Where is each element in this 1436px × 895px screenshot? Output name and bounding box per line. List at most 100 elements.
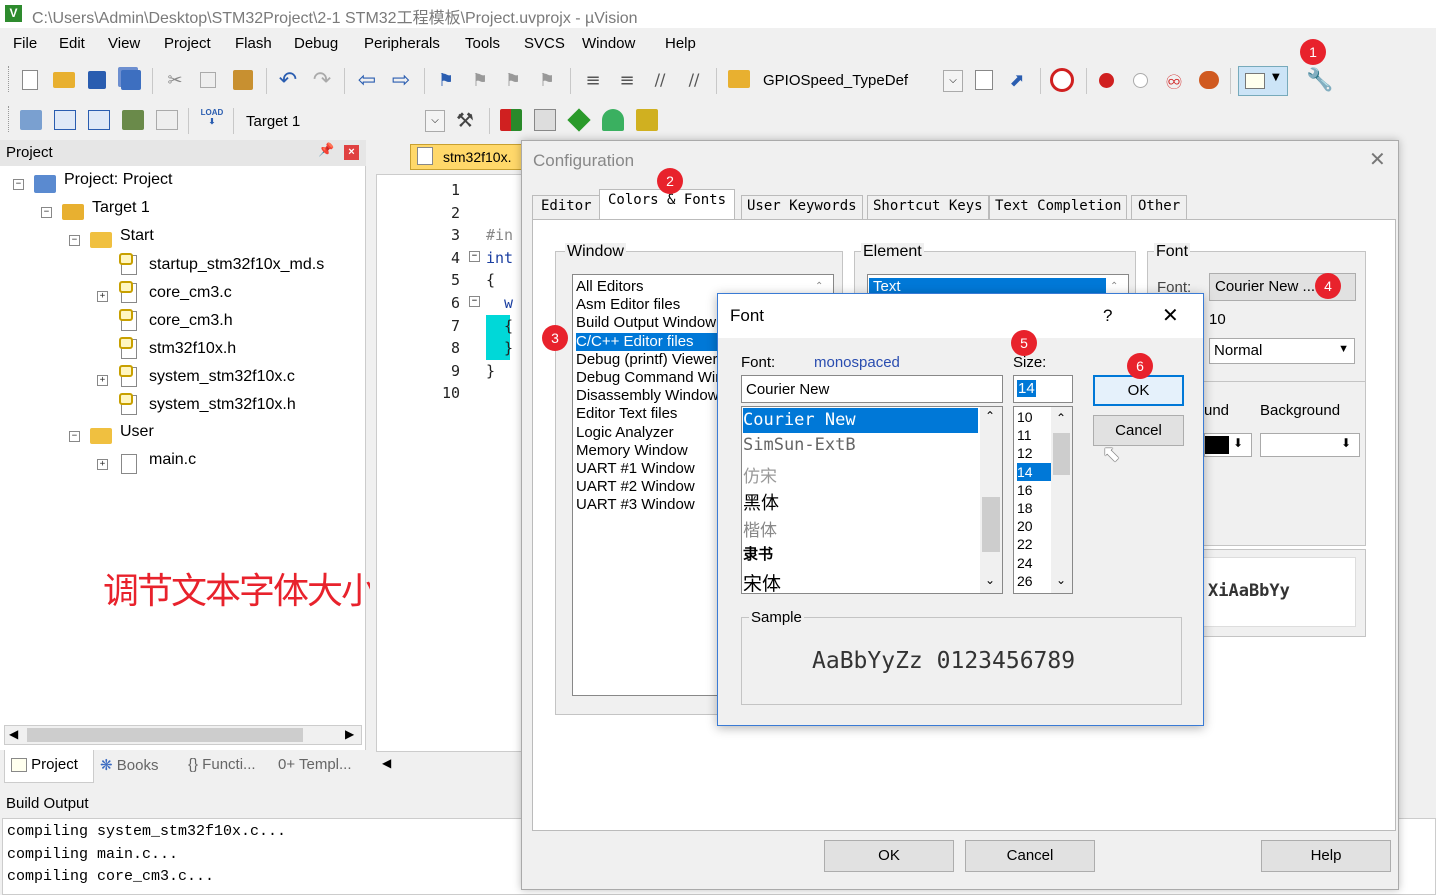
nav-forward-icon[interactable]: ⇨ [391,68,411,93]
project-hscrollbar[interactable]: ◀ ▶ [4,725,362,745]
expand-main-c-icon[interactable]: + [97,459,108,470]
collapse-start-icon[interactable]: − [69,235,80,246]
tree-file-core-h[interactable]: core_cm3.h [119,309,233,337]
bookmark-next-icon[interactable]: ⚑ [503,70,523,91]
redo-icon[interactable]: ↷ [312,68,332,93]
scroll-down-icon[interactable]: ⌄ [985,573,995,587]
menu-debug[interactable]: Debug [294,35,338,52]
batch-build-icon[interactable] [122,110,144,130]
tab-templates[interactable]: 0+ Templ... [278,756,352,773]
menu-help[interactable]: Help [665,35,696,52]
element-list-scroll-up-icon[interactable]: ⌃ [1110,281,1118,292]
tab-project[interactable]: Project [4,750,94,783]
tree-file-core-c[interactable]: core_cm3.c [119,281,232,309]
size-item[interactable]: 12 [1017,444,1051,462]
copy-icon[interactable] [200,72,216,88]
tree-group-start[interactable]: Start [90,227,154,253]
font-close-icon[interactable]: ✕ [1162,303,1179,327]
tree-target[interactable]: Target 1 [62,199,150,225]
scroll-up-icon[interactable]: ⌃ [1056,409,1066,427]
size-item[interactable]: 22 [1017,535,1051,553]
size-item[interactable]: 20 [1017,517,1051,535]
tab-shortcut-keys[interactable]: Shortcut Keys [867,195,989,219]
scroll-left-icon[interactable]: ◀ [9,727,18,741]
tab-user-keywords[interactable]: User Keywords [741,195,863,219]
config-cancel-button[interactable]: Cancel [965,840,1095,872]
tree-file-stm32f10x-h[interactable]: stm32f10x.h [119,337,236,365]
config-font-style-select[interactable]: Normal ▼ [1209,338,1355,364]
size-list[interactable]: 10 11 12 14 16 18 20 22 24 26 ⌃ ⌄ [1013,406,1073,594]
foreground-color-picker[interactable]: ⬇ [1204,433,1252,457]
size-item[interactable]: 18 [1017,499,1051,517]
tree-file-system-h[interactable]: system_stm32f10x.h [119,393,296,421]
size-item[interactable]: 24 [1017,554,1051,572]
size-item[interactable]: 10 [1017,408,1051,426]
config-ok-button[interactable]: OK [824,840,954,872]
cut-icon[interactable]: ✂ [165,70,185,91]
indent-icon[interactable]: ≡ [583,70,603,91]
close-panel-icon[interactable]: × [344,145,359,160]
font-item[interactable]: 隶书 [743,543,773,564]
incremental-find-icon[interactable]: ⬈ [1007,70,1027,91]
config-help-button[interactable]: Help [1261,840,1391,872]
paste-icon[interactable] [233,70,253,90]
size-list-scrollbar[interactable]: ⌃ ⌄ [1051,407,1072,593]
config-close-icon[interactable]: ✕ [1369,147,1386,171]
tab-editor[interactable]: Editor [532,195,601,219]
download-load-icon[interactable]: LOAD ⬇ [200,108,224,132]
layout-dropdown-icon[interactable]: ▼ [1272,72,1280,83]
select-device-icon[interactable] [602,109,624,131]
breakpoint-icon[interactable] [1099,73,1114,88]
target-combo-dropdown[interactable]: ⌵ [425,110,445,132]
expand-system-c-icon[interactable]: + [97,375,108,386]
find-icon[interactable] [975,70,993,90]
tree-project[interactable]: Project: Project [34,171,172,197]
tab-functions[interactable]: {} Functi... [188,756,256,773]
save-all-icon[interactable] [121,70,141,90]
font-item[interactable]: SimSun-ExtB [743,435,856,455]
stop-build-icon[interactable] [156,110,178,130]
font-help-icon[interactable]: ? [1103,306,1112,326]
breakpoint-remove-icon[interactable]: ♾ [1164,70,1184,94]
tree-file-system-c[interactable]: system_stm32f10x.c [119,365,295,393]
font-item[interactable]: 黑体 [743,489,779,515]
target-options-icon[interactable]: ⚒ [455,108,475,132]
run-time-env-icon[interactable] [636,109,658,131]
configure-wrench-icon[interactable]: 🔧 [1306,68,1333,93]
font-list-scrollbar[interactable]: ⌃ ⌄ [980,407,1002,593]
expand-core-c-icon[interactable]: + [97,291,108,302]
font-item[interactable]: 宋体 [743,569,781,593]
scroll-thumb[interactable] [27,728,303,742]
size-item[interactable]: 11 [1017,426,1051,444]
pack-installer-icon[interactable] [567,108,591,132]
style-dropdown-icon[interactable]: ▼ [1338,343,1349,355]
foreground-dropdown-icon[interactable]: ⬇ [1233,436,1243,450]
translate-icon[interactable] [20,110,42,130]
find-in-files-icon[interactable] [728,70,750,88]
undo-icon[interactable]: ↶ [278,68,298,93]
find-combo-dropdown[interactable]: ⌵ [943,70,963,92]
tab-books[interactable]: ❋ Books [100,756,158,774]
bookmark-prev-icon[interactable]: ⚑ [470,70,490,91]
menu-peripherals[interactable]: Peripherals [364,35,440,52]
open-folder-icon[interactable] [53,72,75,88]
save-icon[interactable] [88,71,106,89]
menu-window[interactable]: Window [582,35,635,52]
rebuild-icon[interactable] [88,110,110,130]
find-combo-text[interactable]: GPIOSpeed_TypeDef [763,72,908,89]
font-item[interactable]: 仿宋 [743,462,777,487]
tree-group-user[interactable]: User [90,423,154,449]
size-item[interactable]: 16 [1017,481,1051,499]
menu-project[interactable]: Project [164,35,211,52]
scroll-thumb[interactable] [982,497,1000,552]
menu-svcs[interactable]: SVCS [524,35,565,52]
scroll-up-icon[interactable]: ⌃ [985,409,995,423]
target-combo[interactable]: Target 1 [246,113,300,130]
new-file-icon[interactable] [22,70,38,90]
editor-hscroll-left-icon[interactable]: ◀ [382,756,391,770]
window-list-scroll-up-icon[interactable]: ⌃ [815,281,823,292]
breakpoint-disable-icon[interactable] [1133,73,1148,88]
menu-file[interactable]: File [13,35,37,52]
scroll-down-icon[interactable]: ⌄ [1056,571,1066,589]
size-input[interactable]: 14 [1013,375,1073,403]
